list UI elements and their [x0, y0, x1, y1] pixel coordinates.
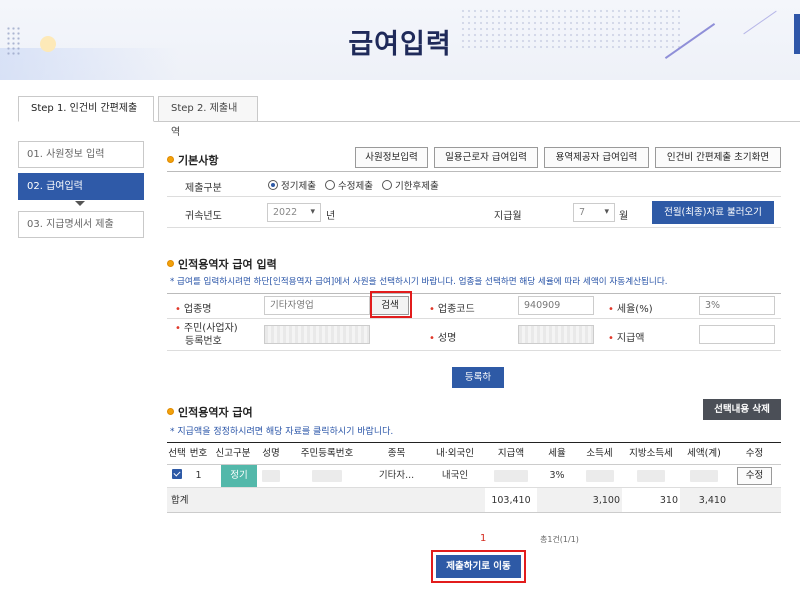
col-total-tax: 세액(계) — [687, 448, 721, 459]
col-rate: 세율 — [548, 448, 566, 459]
submit-type-row: 제출구분 정기제출 수정제출 기한후제출 — [167, 171, 781, 197]
sum-label: 합계 — [171, 495, 189, 506]
year-label: 귀속년도 — [185, 211, 222, 222]
page-title: 급여입력 — [348, 29, 452, 60]
daily-worker-payroll-button[interactable]: 일용근로자 급여입력 — [434, 147, 538, 168]
month-label: 지급월 — [494, 211, 522, 222]
load-previous-button[interactable]: 전월(최종)자료 불러오기 — [652, 201, 774, 224]
row-total-tax-masked — [680, 465, 728, 487]
col-select: 선택 — [168, 448, 186, 459]
tab-step1[interactable]: Step 1. 인건비 간편제출 — [18, 96, 154, 122]
tax-rate-input[interactable]: 3% — [699, 296, 775, 315]
col-resident-number: 주민등록번호 — [300, 448, 354, 459]
industry-code-input[interactable]: 940909 — [518, 296, 594, 315]
sum-row: 합계 103,410 3,100 310 3,410 — [167, 488, 781, 513]
name-label: • 성명 — [429, 333, 457, 344]
step-nav: 01. 사원정보 입력 02. 급여입력 03. 지급명세서 제출 — [18, 141, 144, 238]
col-nationality: 내·외국인 — [436, 448, 474, 459]
col-name: 성명 — [262, 448, 280, 459]
row-pay-masked — [485, 465, 537, 487]
table-row[interactable]: 1 정기 기타자... 내국인 3% 수정 — [167, 465, 781, 488]
delete-selected-button[interactable]: 선택내용 삭제 — [703, 399, 781, 420]
sum-local-tax: 310 — [622, 488, 680, 512]
service-provider-payroll-button[interactable]: 용역제공자 급여입력 — [544, 147, 649, 168]
checkbox-checked-icon — [172, 469, 182, 479]
col-number: 번호 — [189, 448, 208, 459]
row-rate: 3% — [549, 470, 565, 481]
employee-info-button[interactable]: 사원정보입력 — [355, 147, 428, 168]
col-report-type: 신고구분 — [215, 448, 251, 459]
edit-button[interactable]: 수정 — [736, 467, 773, 485]
pager-current-page[interactable]: 1 — [480, 533, 486, 544]
row-name-masked — [256, 465, 286, 487]
list-heading-text: 인적용역자 급여 — [178, 406, 253, 419]
search-highlight-box — [370, 291, 412, 318]
pay-amount-label: • 지급액 — [608, 333, 645, 344]
input-row-1: • 업종명 기타자영업 검색 • 업종코드 940909 • 세율(%) 3% — [167, 294, 781, 319]
basic-heading-text: 기본사항 — [178, 154, 219, 167]
table-header: 선택 번호 신고구분 성명 주민등록번호 종목 내·외국인 지급액 세율 소득세… — [167, 443, 781, 465]
chevron-down-icon: ▾ — [604, 207, 609, 217]
step-employee-info[interactable]: 01. 사원정보 입력 — [18, 141, 144, 168]
submit-type-options: 정기제출 수정제출 기한후제출 — [268, 178, 439, 192]
col-category: 종목 — [387, 448, 406, 459]
year-suffix: 년 — [326, 211, 336, 222]
bullet-icon — [167, 260, 174, 267]
col-pay: 지급액 — [497, 448, 525, 459]
month-suffix: 월 — [619, 211, 629, 222]
row-report-type: 정기 — [221, 465, 257, 487]
pager-total: 총1건(1/1) — [540, 535, 579, 544]
industry-label: • 업종명 — [175, 304, 212, 315]
col-local-tax: 지방소득세 — [629, 448, 673, 459]
input-table: • 업종명 기타자영업 검색 • 업종코드 940909 • 세율(%) 3% • 주민… — [167, 293, 781, 351]
radio-regular[interactable]: 정기제출 — [268, 180, 316, 192]
radio-amend[interactable]: 수정제출 — [325, 180, 373, 192]
radio-late[interactable]: 기한후제출 — [382, 180, 439, 192]
industry-input[interactable]: 기타자영업 — [264, 296, 370, 315]
input-row-2: • 주민(사업자) 등록번호 • 성명 • 지급액 — [167, 319, 781, 351]
col-income-tax: 소득세 — [586, 448, 613, 459]
row-income-tax-masked — [577, 465, 622, 487]
payroll-table: 선택 번호 신고구분 성명 주민등록번호 종목 내·외국인 지급액 세율 소득세… — [167, 442, 781, 513]
month-select[interactable]: 7 ▾ — [573, 203, 615, 222]
tax-rate-label: • 세율(%) — [608, 304, 653, 315]
tab-step2[interactable]: Step 2. 제출내역 — [158, 96, 258, 138]
resident-number-label: • 주민(사업자) 등록번호 — [175, 323, 238, 347]
sum-pay: 103,410 — [485, 488, 537, 512]
down-arrow-icon — [18, 200, 144, 211]
list-section-heading: 인적용역자 급여 — [167, 404, 253, 420]
input-heading-text: 인적용역자 급여 입력 — [178, 258, 277, 271]
industry-code-label: • 업종코드 — [429, 304, 475, 315]
sum-income-tax: 3,100 — [592, 495, 620, 506]
resident-number-input[interactable] — [264, 325, 370, 344]
header-banner: 급여입력 — [0, 0, 800, 80]
row-nationality: 내국인 — [441, 470, 469, 481]
step-payroll-input[interactable]: 02. 급여입력 — [18, 173, 144, 200]
bullet-icon — [167, 156, 174, 163]
row-edit-cell: 수정 — [728, 465, 781, 487]
chevron-down-icon: ▾ — [310, 207, 315, 217]
row-resident-number-masked — [286, 465, 368, 487]
go-submit-button[interactable]: 제출하기로 이동 — [436, 555, 521, 578]
sum-total-tax: 3,410 — [698, 495, 726, 506]
input-section-heading: 인적용역자 급여 입력 — [167, 256, 277, 272]
input-note: * 급여를 입력하시려면 하단[인적용역자 급여]에서 사원을 선택하시기 바랍… — [170, 277, 668, 287]
row-category: 기타자... — [378, 470, 415, 481]
step-tabs: Step 1. 인건비 간편제출 Step 2. 제출내역 — [18, 96, 800, 138]
register-button[interactable]: 등록하기 — [452, 367, 504, 402]
name-input[interactable] — [518, 325, 594, 344]
col-edit: 수정 — [745, 448, 764, 459]
pay-amount-input[interactable] — [699, 325, 775, 344]
bullet-icon — [167, 408, 174, 415]
row-local-tax-masked — [622, 465, 680, 487]
basic-section-heading: 기본사항 — [167, 152, 218, 168]
step-statement-submit[interactable]: 03. 지급명세서 제출 — [18, 211, 144, 238]
list-note: * 지급액을 정정하시려면 해당 자료를 클릭하시기 바랍니다. — [170, 427, 394, 437]
reset-home-button[interactable]: 인건비 간편제출 초기화면 — [655, 147, 781, 168]
row-checkbox[interactable] — [167, 465, 187, 487]
row-number: 1 — [195, 470, 202, 481]
submit-type-label: 제출구분 — [185, 183, 222, 194]
year-select[interactable]: 2022 ▾ — [267, 203, 321, 222]
